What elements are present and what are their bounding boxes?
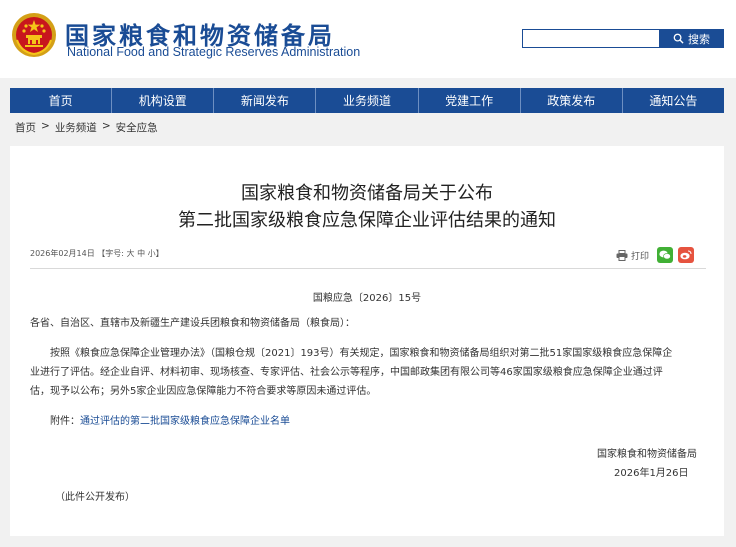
attachment-link[interactable]: 通过评估的第二批国家级粮食应急保障企业名单 <box>80 416 290 427</box>
nav-item-party[interactable]: 党建工作 <box>419 88 521 113</box>
article-tools: 打印 <box>616 247 695 263</box>
body-line1: 按照《粮食应急保障企业管理办法》（国粮仓规〔2021〕193号）有关规定，国家粮… <box>50 348 673 359</box>
font-size-small[interactable]: 小 <box>148 249 156 258</box>
breadcrumb-separator: > <box>41 120 50 132</box>
search-button-label: 搜索 <box>688 32 710 46</box>
document-number: 国粮应急〔2026〕15号 <box>312 293 422 304</box>
breadcrumb-current[interactable]: 安全应急 <box>116 120 158 135</box>
breadcrumb: 首页 > 业务频道 > 安全应急 <box>15 120 158 135</box>
footer-note: （此件公开发布） <box>55 492 135 503</box>
article-title-line1: 国家粮食和物资储备局关于公布 <box>241 183 493 204</box>
body-line2: 业进行了评估。经企业自评、材料初审、现场核查、专家评估、社会公示等程序，中国邮政… <box>30 367 663 378</box>
site-header: 国家粮食和物资储备局 National Food and Strategic R… <box>0 0 736 78</box>
weibo-icon <box>680 250 692 260</box>
national-emblem-icon <box>12 13 56 57</box>
font-size-label: 【字号: <box>97 249 124 258</box>
print-label: 打印 <box>631 251 650 262</box>
meta-divider <box>30 268 706 269</box>
site-subtitle: National Food and Strategic Reserves Adm… <box>67 45 361 59</box>
article-meta: 2026年02月14日 【字号: 大 中 小】 <box>30 248 164 259</box>
body-line3: 估，现予以公布；另外5家企业因应急保障能力不符合要求等原因未通过评估。 <box>30 386 377 397</box>
signature: 国家粮食和物资储备局 <box>597 449 697 460</box>
font-size-end: 】 <box>155 249 164 258</box>
wechat-icon <box>659 250 671 260</box>
nav-item-notices[interactable]: 通知公告 <box>623 88 724 113</box>
nav-item-business[interactable]: 业务频道 <box>316 88 419 113</box>
salutation: 各省、自治区、直辖市及新疆生产建设兵团粮食和物资储备局（粮食局）： <box>30 318 355 329</box>
nav-item-home[interactable]: 首页 <box>10 88 113 113</box>
article-title-line2: 第二批国家级粮食应急保障企业评估结果的通知 <box>178 210 556 231</box>
nav-item-policy[interactable]: 政策发布 <box>521 88 623 113</box>
nav-item-news[interactable]: 新闻发布 <box>214 88 317 113</box>
sign-date: 2026年1月26日 <box>614 468 689 479</box>
printer-icon <box>616 249 628 261</box>
breadcrumb-home[interactable]: 首页 <box>15 120 36 135</box>
attachment: 附件：通过评估的第二批国家级粮食应急保障企业名单 <box>50 413 290 431</box>
main-nav: 首页 机构设置 新闻发布 业务频道 党建工作 政策发布 通知公告 <box>10 88 724 113</box>
font-size-medium[interactable]: 中 <box>137 249 145 258</box>
breadcrumb-separator: > <box>101 120 111 132</box>
search-input[interactable] <box>522 29 660 48</box>
nav-item-organization[interactable]: 机构设置 <box>112 88 215 113</box>
search-icon <box>673 33 684 44</box>
share-wechat-button[interactable] <box>657 247 674 263</box>
print-button[interactable]: 打印 <box>616 249 649 262</box>
font-size-large[interactable]: 大 <box>127 249 135 258</box>
search-button[interactable]: 搜索 <box>659 29 724 48</box>
share-weibo-button[interactable] <box>678 247 695 263</box>
breadcrumb-business[interactable]: 业务频道 <box>55 120 97 135</box>
attachment-label: 附件： <box>50 416 80 427</box>
article-date: 2026年02月14日 <box>30 249 95 258</box>
